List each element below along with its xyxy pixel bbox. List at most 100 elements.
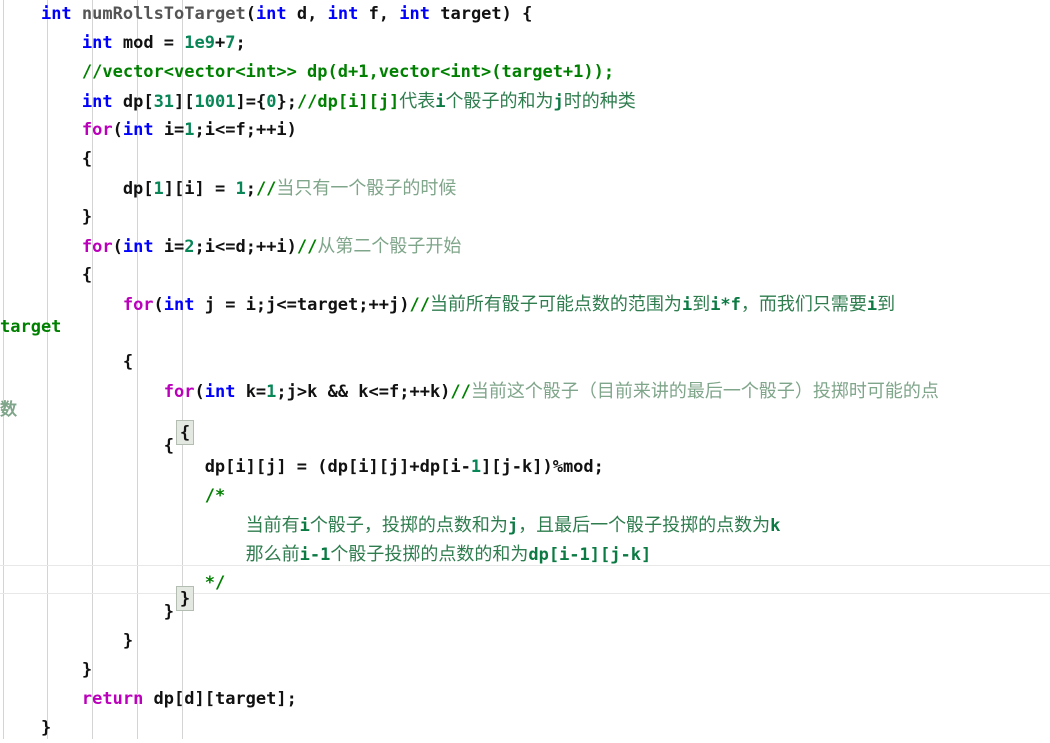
code-token: int xyxy=(81,33,113,53)
code-token: dp[d][target]; xyxy=(143,689,297,709)
code-token: 0 xyxy=(266,92,277,112)
code-line[interactable]: } xyxy=(0,656,1050,685)
code-token: //vector<vector<int>> dp(d+1,vector<int>… xyxy=(81,62,615,82)
code-token: int xyxy=(255,4,287,24)
code-line[interactable]: { xyxy=(0,348,1050,377)
code-line[interactable]: */ xyxy=(0,569,1050,598)
code-line[interactable]: /* xyxy=(0,482,1050,511)
code-token: ( xyxy=(112,120,123,140)
code-token: for xyxy=(163,382,195,402)
code-token: for xyxy=(81,120,113,140)
code-token: //dp[i][j] xyxy=(296,92,400,112)
code-line[interactable]: dp[i][j] = (dp[i][j]+dp[i-1][j-k])%mod; xyxy=(0,453,1050,482)
code-line[interactable]: return dp[d][target]; xyxy=(0,685,1050,714)
code-editor[interactable]: int numRollsToTarget(int d, int f, int t… xyxy=(0,0,1050,739)
code-token: 1 xyxy=(235,179,246,199)
code-line[interactable]: int dp[31][1001]={0};//dp[i][j]代表i个骰子的和为… xyxy=(0,87,1050,116)
code-token: int xyxy=(81,92,113,112)
code-line[interactable]: } xyxy=(0,203,1050,232)
code-token: ( xyxy=(112,237,123,257)
code-token: int xyxy=(327,4,359,24)
code-token: 1 xyxy=(470,457,482,477)
code-token: // xyxy=(255,179,277,199)
code-token: for xyxy=(122,295,154,315)
code-token: 1e9 xyxy=(184,33,215,53)
code-line[interactable]: for(int j = i;j<=target;++j)//当前所有骰子可能点数… xyxy=(0,290,1050,319)
code-token: j = i;j<=target;++j) xyxy=(194,295,410,315)
code-token: mod = xyxy=(112,33,185,53)
code-token: 1 xyxy=(184,120,195,140)
code-line[interactable]: //vector<vector<int>> dp(d+1,vector<int>… xyxy=(0,58,1050,87)
code-token: // xyxy=(450,382,471,402)
code-token: j xyxy=(507,516,519,536)
code-token: 时的种 xyxy=(563,91,618,112)
code-line[interactable]: 那么前i-1个骰子投掷的点数的和为dp[i-1][j-k] xyxy=(0,540,1050,569)
code-line[interactable]: } xyxy=(0,627,1050,656)
code-token: 当前有 xyxy=(245,515,300,536)
code-token: 到 xyxy=(877,294,896,315)
code-line[interactable]: { xyxy=(0,145,1050,174)
code-token: return xyxy=(81,689,144,709)
code-token: dp[ xyxy=(112,92,154,112)
code-token: 当前所有骰子可能点数的范围为 xyxy=(429,294,682,315)
code-token: numRollsToTarget xyxy=(81,4,246,24)
code-token: 个骰子的和为 xyxy=(445,91,554,112)
code-token: 31 xyxy=(153,92,175,112)
code-token: 到 xyxy=(692,294,711,315)
code-token: j xyxy=(553,92,564,112)
code-line[interactable]: 当前有i个骰子，投掷的点数和为j，且最后一个骰子投掷的点数为k xyxy=(0,511,1050,540)
code-token: { xyxy=(0,265,93,285)
code-token: 2 xyxy=(184,237,195,257)
code-token: 1001 xyxy=(194,92,236,112)
code-line[interactable]: { xyxy=(0,261,1050,290)
code-token: /* xyxy=(204,486,226,506)
code-line[interactable]: } xyxy=(0,598,1050,627)
code-line[interactable]: dp[1][i] = 1;//当只有一个骰子的时候 xyxy=(0,174,1050,203)
code-token: }; xyxy=(276,92,297,112)
code-token: i xyxy=(866,295,878,315)
code-line[interactable]: int mod = 1e9+7; xyxy=(0,29,1050,58)
code-token: int xyxy=(399,4,430,24)
code-token: 当只有一个骰子的时候 xyxy=(276,178,457,199)
code-token: */ xyxy=(204,573,226,593)
code-token: 代表 xyxy=(399,91,436,112)
code-token: int xyxy=(122,237,154,257)
code-token: ][j-k])%mod; xyxy=(481,457,604,477)
code-token: ][ xyxy=(174,92,195,112)
code-token: dp[i-1][j-k] xyxy=(528,545,652,565)
code-line[interactable]: int numRollsToTarget(int d, int f, int t… xyxy=(0,0,1050,29)
code-token: int xyxy=(122,120,154,140)
code-token: 那么前 xyxy=(245,544,300,565)
code-token: ; xyxy=(245,179,256,199)
code-token: 类 xyxy=(617,91,636,112)
code-token: 1 xyxy=(266,382,277,402)
code-token: { xyxy=(0,352,134,372)
code-token: ，且最后一个骰子投掷的点数为 xyxy=(518,515,771,536)
code-token: ][i] = xyxy=(163,179,236,199)
code-token: i xyxy=(435,92,446,112)
code-token: ]={ xyxy=(235,92,267,112)
code-token: int xyxy=(40,4,72,24)
code-token: i= xyxy=(153,120,185,140)
code-token: // xyxy=(409,295,430,315)
brace-match-highlight-0: { xyxy=(176,420,194,445)
code-token: i xyxy=(299,516,310,536)
code-token: ( xyxy=(194,382,205,402)
code-token: int xyxy=(163,295,195,315)
code-line[interactable]: for(int i=1;i<=f;++i) xyxy=(0,116,1050,145)
code-line[interactable]: for(int i=2;i<=d;++i)//从第二个骰子开始 xyxy=(0,232,1050,261)
code-token: i xyxy=(681,295,693,315)
code-token: + xyxy=(214,33,226,53)
code-token: ，而我们只需要 xyxy=(740,294,867,315)
brace-glyph: } xyxy=(179,589,191,609)
code-token: } xyxy=(0,207,93,227)
code-line[interactable]: for(int k=1;j>k && k<=f;++k)//当前这个骰子（目前来… xyxy=(0,377,1050,406)
